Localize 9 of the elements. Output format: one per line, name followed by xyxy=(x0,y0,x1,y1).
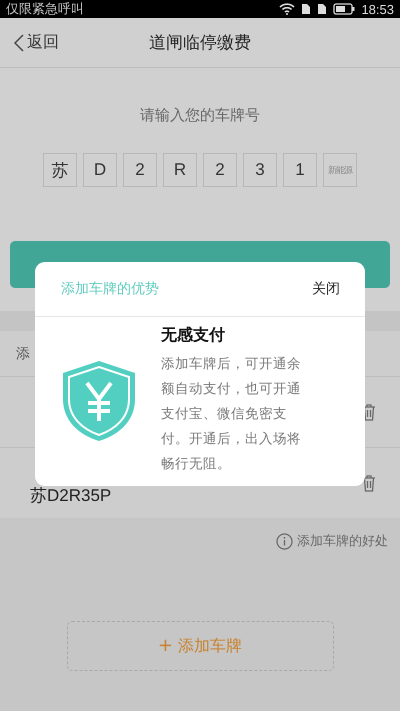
list-heading: 添 xyxy=(16,344,30,362)
page-title: 道闸临停缴费 xyxy=(149,32,251,54)
benefit-description: 添加车牌后，可开通余额自动支付，也可开通支付宝、微信免密支付。开通后，出入场将畅行无阻。 xyxy=(161,355,302,474)
clock-text: 18:53 xyxy=(361,2,394,16)
carrier-text: 仅限紧急呼叫 xyxy=(6,1,84,18)
prompt-text: 请输入您的车牌号 xyxy=(140,106,260,125)
plate-number: 苏D2R35P xyxy=(30,484,112,506)
benefit-heading: 无感支付 xyxy=(161,325,226,346)
dialog-title: 添加车牌的优势 xyxy=(61,280,159,298)
